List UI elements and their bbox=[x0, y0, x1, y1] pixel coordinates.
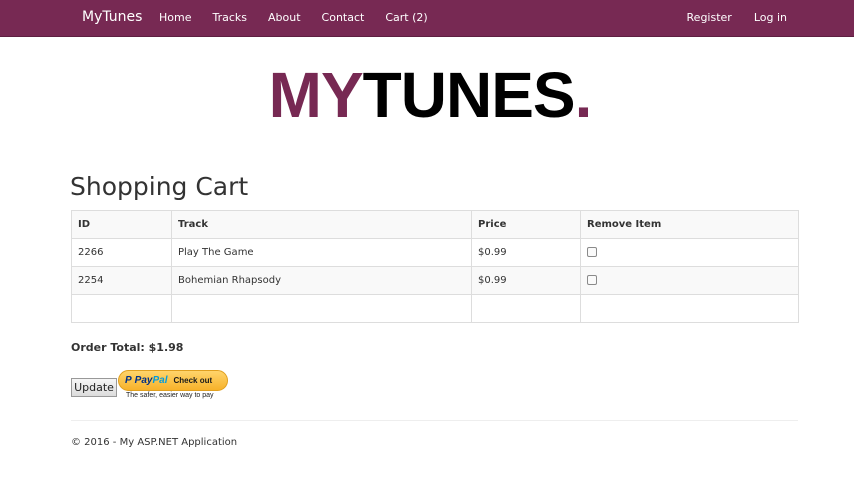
cell-track: Bohemian Rhapsody bbox=[171, 266, 472, 295]
paypal-checkout-button[interactable]: P PayPal Check out bbox=[118, 370, 228, 391]
remove-item-checkbox[interactable] bbox=[587, 275, 597, 285]
login-link[interactable]: Log in bbox=[754, 11, 787, 24]
mytunes-logo: MYTUNES. bbox=[0, 60, 854, 130]
nav-about-link[interactable]: About bbox=[268, 11, 301, 24]
update-button[interactable]: Update bbox=[71, 378, 117, 397]
paypal-wordmark: PayPal bbox=[134, 375, 168, 386]
column-header-price: Price bbox=[471, 210, 581, 239]
cell-track: Play The Game bbox=[171, 238, 472, 267]
column-header-id: ID bbox=[71, 210, 172, 239]
cell-remove bbox=[580, 238, 799, 267]
paypal-icon: P bbox=[125, 375, 132, 386]
footer-divider bbox=[71, 420, 798, 421]
column-header-remove: Remove Item bbox=[580, 210, 799, 239]
brand-link[interactable]: MyTunes bbox=[82, 9, 142, 25]
footer-copyright: © 2016 - My ASP.NET Application bbox=[71, 437, 238, 448]
register-link[interactable]: Register bbox=[687, 11, 732, 24]
order-total: Order Total: $1.98 bbox=[71, 341, 184, 354]
table-header-row: ID Track Price Remove Item bbox=[71, 210, 799, 239]
paypal-checkout-label: Check out bbox=[173, 376, 213, 385]
cart-table: ID Track Price Remove Item 2266 Play The… bbox=[71, 210, 799, 323]
logo-tunes: TUNES bbox=[362, 59, 576, 131]
table-row: 2266 Play The Game $0.99 bbox=[71, 238, 799, 267]
nav-cart-link[interactable]: Cart (2) bbox=[385, 11, 427, 24]
cell-price: $0.99 bbox=[471, 238, 581, 267]
logo-dot: . bbox=[574, 59, 593, 131]
column-header-track: Track bbox=[171, 210, 472, 239]
nav-contact-link[interactable]: Contact bbox=[322, 11, 365, 24]
main-nav: Home Tracks About Contact Cart (2) bbox=[159, 11, 449, 24]
cell-price: $0.99 bbox=[471, 266, 581, 295]
page-title: Shopping Cart bbox=[70, 172, 249, 201]
table-row-empty bbox=[71, 294, 799, 323]
top-navbar: MyTunes Home Tracks About Contact Cart (… bbox=[0, 0, 854, 37]
account-nav: Register Log in bbox=[665, 11, 787, 24]
table-row: 2254 Bohemian Rhapsody $0.99 bbox=[71, 266, 799, 295]
logo-my: MY bbox=[268, 59, 364, 131]
cell-id: 2254 bbox=[71, 266, 172, 295]
paypal-tagline: The safer, easier way to pay bbox=[126, 392, 214, 399]
nav-home-link[interactable]: Home bbox=[159, 11, 191, 24]
cell-remove bbox=[580, 266, 799, 295]
nav-tracks-link[interactable]: Tracks bbox=[212, 11, 247, 24]
remove-item-checkbox[interactable] bbox=[587, 247, 597, 257]
cell-id: 2266 bbox=[71, 238, 172, 267]
